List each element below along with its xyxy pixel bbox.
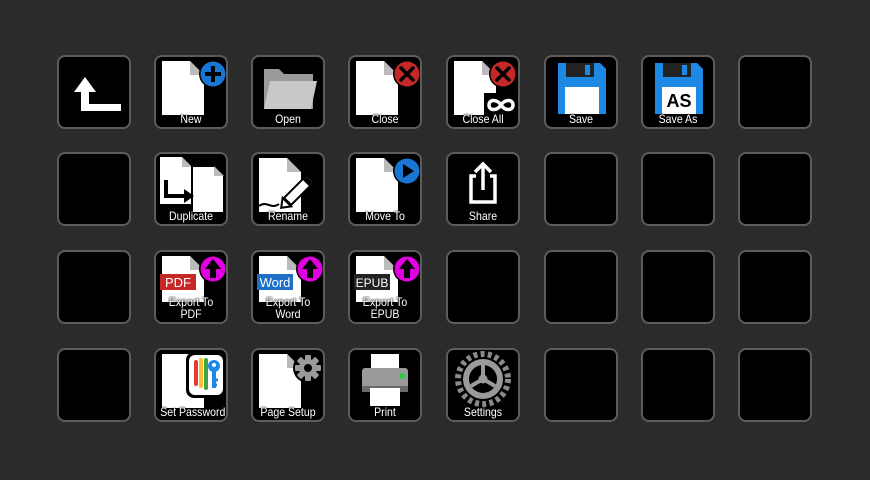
pdf-badge: PDF	[165, 275, 191, 290]
empty-key-r2c1[interactable]	[57, 152, 131, 226]
empty-key-r4c6[interactable]	[544, 348, 618, 422]
back-arrow-icon	[74, 77, 121, 111]
empty-key-r3c7[interactable]	[641, 250, 715, 324]
close-all-label: Close All	[462, 112, 504, 126]
move-to-label: Move To	[365, 209, 405, 223]
export-word-button[interactable]: Word Export To Word	[251, 250, 325, 324]
back-button[interactable]	[57, 55, 131, 129]
print-label: Print	[374, 405, 396, 419]
empty-key-r1c8[interactable]	[738, 55, 812, 129]
open-button[interactable]: Open	[251, 55, 325, 129]
empty-key-r3c5[interactable]	[446, 250, 520, 324]
save-as-badge: AS	[666, 91, 691, 111]
export-pdf-label-line2: PDF	[180, 307, 202, 321]
save-as-button[interactable]: AS Save As	[641, 55, 715, 129]
empty-key-r2c6[interactable]	[544, 152, 618, 226]
move-to-button[interactable]: Move To	[348, 152, 422, 226]
export-word-label-line2: Word	[275, 307, 301, 321]
share-label: Share	[468, 209, 498, 223]
empty-key-r3c6[interactable]	[544, 250, 618, 324]
new-label: New	[180, 112, 202, 126]
export-pdf-button[interactable]: PDF Export To PDF	[154, 250, 228, 324]
page-setup-label: Page Setup	[260, 405, 316, 419]
duplicate-label: Duplicate	[168, 209, 214, 223]
close-button[interactable]: Close	[348, 55, 422, 129]
new-button[interactable]: New	[154, 55, 228, 129]
epub-badge: EPUB	[356, 276, 389, 290]
save-button[interactable]: Save	[544, 55, 618, 129]
export-pdf-label: Export To PDF	[160, 296, 222, 320]
save-as-label: Save As	[658, 112, 698, 126]
empty-key-r4c7[interactable]	[641, 348, 715, 422]
set-password-button[interactable]: Set Password	[154, 348, 228, 422]
empty-key-r3c1[interactable]	[57, 250, 131, 324]
empty-key-r2c7[interactable]	[641, 152, 715, 226]
empty-key-r4c1[interactable]	[57, 348, 131, 422]
save-label: Save	[568, 112, 594, 126]
empty-key-r3c8[interactable]	[738, 250, 812, 324]
close-label: Close	[371, 112, 399, 126]
share-button[interactable]: Share	[446, 152, 520, 226]
export-word-label: Export To Word	[257, 296, 319, 320]
page-setup-button[interactable]: Page Setup	[251, 348, 325, 422]
export-epub-label: Export To EPUB	[354, 296, 416, 320]
rename-label: Rename	[268, 209, 308, 223]
close-all-button[interactable]: Close All	[446, 55, 520, 129]
open-label: Open	[275, 112, 301, 126]
settings-label: Settings	[463, 405, 503, 419]
set-password-label: Set Password	[160, 405, 226, 419]
export-epub-button[interactable]: EPUB Export To EPUB	[348, 250, 422, 324]
word-badge: Word	[260, 275, 291, 290]
empty-key-r2c8[interactable]	[738, 152, 812, 226]
print-button[interactable]: Print	[348, 348, 422, 422]
settings-button[interactable]: Settings	[446, 348, 520, 422]
rename-button[interactable]: Rename	[251, 152, 325, 226]
duplicate-button[interactable]: Duplicate	[154, 152, 228, 226]
empty-key-r4c8[interactable]	[738, 348, 812, 422]
export-epub-label-line2: EPUB	[370, 307, 400, 321]
